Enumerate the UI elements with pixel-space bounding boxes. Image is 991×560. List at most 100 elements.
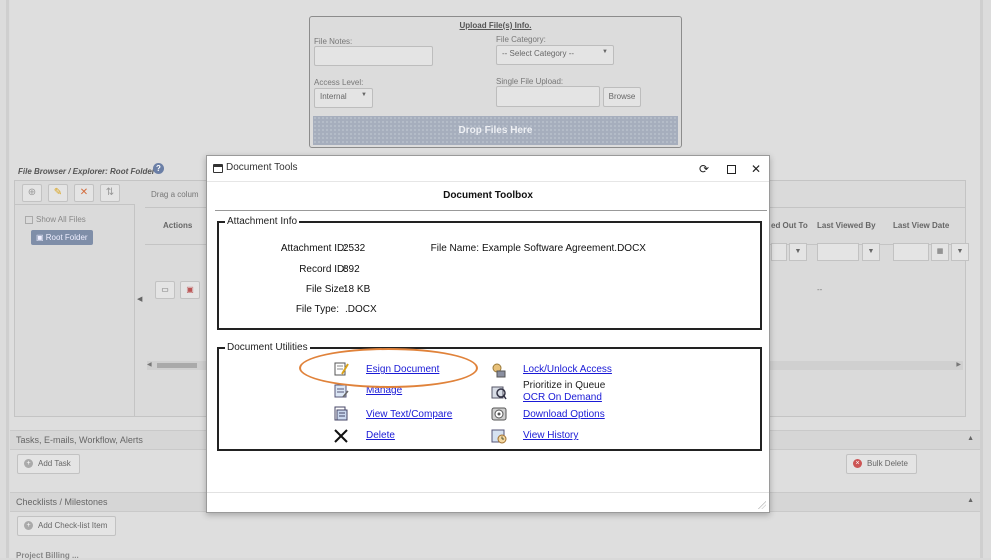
file-category-label: File Category: (496, 35, 546, 44)
access-level-value: Internal (320, 92, 347, 101)
esign-document-link[interactable]: Esign Document (366, 364, 439, 375)
single-upload-input[interactable] (496, 86, 600, 107)
filter-icon[interactable]: ▼ (951, 243, 969, 261)
rename-button[interactable]: ✎ (48, 184, 68, 202)
filter-icon[interactable]: ▼ (862, 243, 880, 261)
collapse-left-icon[interactable]: ◀ (137, 295, 142, 303)
collapse-up-icon[interactable]: ▲ (967, 435, 974, 442)
plus-circle-icon: + (24, 521, 33, 531)
pencil-icon: ✎ (53, 187, 63, 198)
file-category-value: -- Select Category -- (502, 49, 575, 58)
prioritize-label: Prioritize in Queue (523, 380, 606, 391)
filter-input[interactable] (771, 243, 787, 261)
attachment-info-box: Attachment Info Attachment ID: 2532 Reco… (217, 217, 762, 330)
record-id-label: Record ID: (299, 264, 347, 275)
root-folder-label: Root Folder (45, 233, 88, 242)
filter-icon[interactable]: ▼ (789, 243, 807, 261)
record-id-value: 892 (343, 264, 360, 275)
maximize-icon[interactable] (727, 165, 736, 174)
manage-link[interactable]: Manage (366, 385, 402, 396)
add-checklist-button[interactable]: + Add Check-list Item (17, 516, 117, 536)
column-last-view-date[interactable]: Last View Date (893, 221, 949, 230)
sort-icon: ⇅ (105, 187, 115, 198)
download-icon[interactable] (491, 406, 507, 422)
view-text-icon[interactable] (333, 406, 349, 422)
document-utilities-box: Document Utilities Esign Document Manage… (217, 343, 762, 451)
manage-icon[interactable] (333, 383, 349, 399)
attachment-id-label: Attachment ID: (280, 243, 347, 254)
folder-icon: ▣ (36, 233, 46, 242)
checklists-section-title: Checklists / Milestones (16, 497, 108, 507)
drop-zone[interactable]: Drop Files Here (313, 116, 678, 145)
dialog-titlebar[interactable]: Document Tools ⟳ ✕ (207, 156, 769, 182)
last-viewed-by-value: -- (817, 285, 823, 294)
column-last-viewed-by[interactable]: Last Viewed By (817, 221, 876, 230)
file-notes-input[interactable] (314, 46, 433, 66)
ocr-on-demand-link[interactable]: OCR On Demand (523, 392, 602, 403)
right-rail (980, 0, 983, 558)
scrollbar-thumb[interactable] (157, 363, 197, 368)
lock-unlock-icon[interactable] (491, 362, 507, 378)
file-size-label: File Size: (305, 284, 347, 295)
bulk-delete-button[interactable]: × Bulk Delete (846, 454, 917, 474)
access-level-select[interactable]: Internal ▼ (314, 88, 373, 108)
column-checked-out-to[interactable]: ed Out To (771, 221, 808, 230)
file-category-select[interactable]: -- Select Category -- ▼ (496, 45, 614, 65)
add-task-label: Add Task (38, 459, 71, 468)
divider (215, 210, 767, 211)
lock-unlock-link[interactable]: Lock/Unlock Access (523, 364, 612, 375)
file-name-value: Example Software Agreement.DOCX (482, 243, 646, 254)
checkbox-icon[interactable] (25, 215, 33, 224)
view-history-link[interactable]: View History (523, 430, 578, 441)
plus-circle-icon: + (24, 459, 33, 469)
collapse-up-icon[interactable]: ▲ (967, 497, 974, 504)
show-all-files[interactable]: Show All Files (25, 215, 86, 224)
history-icon[interactable] (491, 428, 507, 444)
add-checklist-label: Add Check-list Item (38, 521, 108, 530)
scroll-right-icon[interactable]: ▶ (956, 361, 961, 368)
file-name-label: File Name: (430, 243, 479, 254)
file-size-value: 18 KB (343, 284, 371, 295)
view-text-compare-link[interactable]: View Text/Compare (366, 409, 452, 420)
column-actions[interactable]: Actions (163, 221, 192, 230)
root-folder-node[interactable]: ▣ Root Folder (31, 230, 93, 245)
next-section-title: Project Billing ... (16, 551, 79, 560)
delete-link[interactable]: Delete (366, 430, 395, 441)
plus-circle-icon: ⊕ (27, 187, 37, 198)
file-type-value: .DOCX (345, 304, 377, 315)
resize-grip-icon[interactable] (758, 501, 766, 509)
refresh-icon[interactable]: ⟳ (695, 160, 713, 178)
add-folder-button[interactable]: ⊕ (22, 184, 42, 202)
filter-input[interactable] (817, 243, 859, 261)
upload-title[interactable]: Upload File(s) Info. (310, 21, 681, 30)
file-browser-toolbar: ⊕ ✎ ✕ ⇅ (15, 181, 135, 205)
access-level-label: Access Level: (314, 78, 364, 87)
filter-input[interactable] (893, 243, 929, 261)
delete-icon[interactable] (333, 428, 349, 444)
calendar-icon[interactable]: ▦ (931, 243, 949, 261)
tools-row-button[interactable]: ▣ (180, 281, 200, 299)
ocr-icon[interactable] (491, 384, 507, 400)
scroll-left-icon[interactable]: ◀ (147, 361, 152, 368)
delete-folder-button[interactable]: ✕ (74, 184, 94, 202)
upload-panel: Upload File(s) Info. File Notes: File Ca… (309, 16, 682, 148)
toolbox-heading: Document Toolbox (443, 190, 533, 201)
document-utilities-legend: Document Utilities (227, 342, 308, 353)
close-icon: ✕ (79, 187, 89, 198)
add-task-button[interactable]: + Add Task (17, 454, 80, 474)
close-icon[interactable]: ✕ (747, 160, 765, 178)
dialog-footer-divider (207, 492, 769, 493)
document-tools-dialog: Document Tools ⟳ ✕ Document Toolbox Atta… (206, 155, 770, 513)
browse-button[interactable]: Browse (603, 87, 641, 107)
esign-icon[interactable] (333, 361, 349, 377)
bulk-delete-label: Bulk Delete (867, 459, 908, 468)
help-icon[interactable]: ? (153, 163, 164, 174)
view-row-button[interactable]: ▭ (155, 281, 175, 299)
window-icon (213, 164, 223, 173)
book-icon: ▭ (161, 285, 169, 294)
sort-button[interactable]: ⇅ (100, 184, 120, 202)
chevron-down-icon: ▼ (602, 49, 608, 55)
download-options-link[interactable]: Download Options (523, 409, 605, 420)
single-upload-label: Single File Upload: (496, 77, 564, 86)
folder-tree: Show All Files ▣ Root Folder (15, 205, 135, 417)
